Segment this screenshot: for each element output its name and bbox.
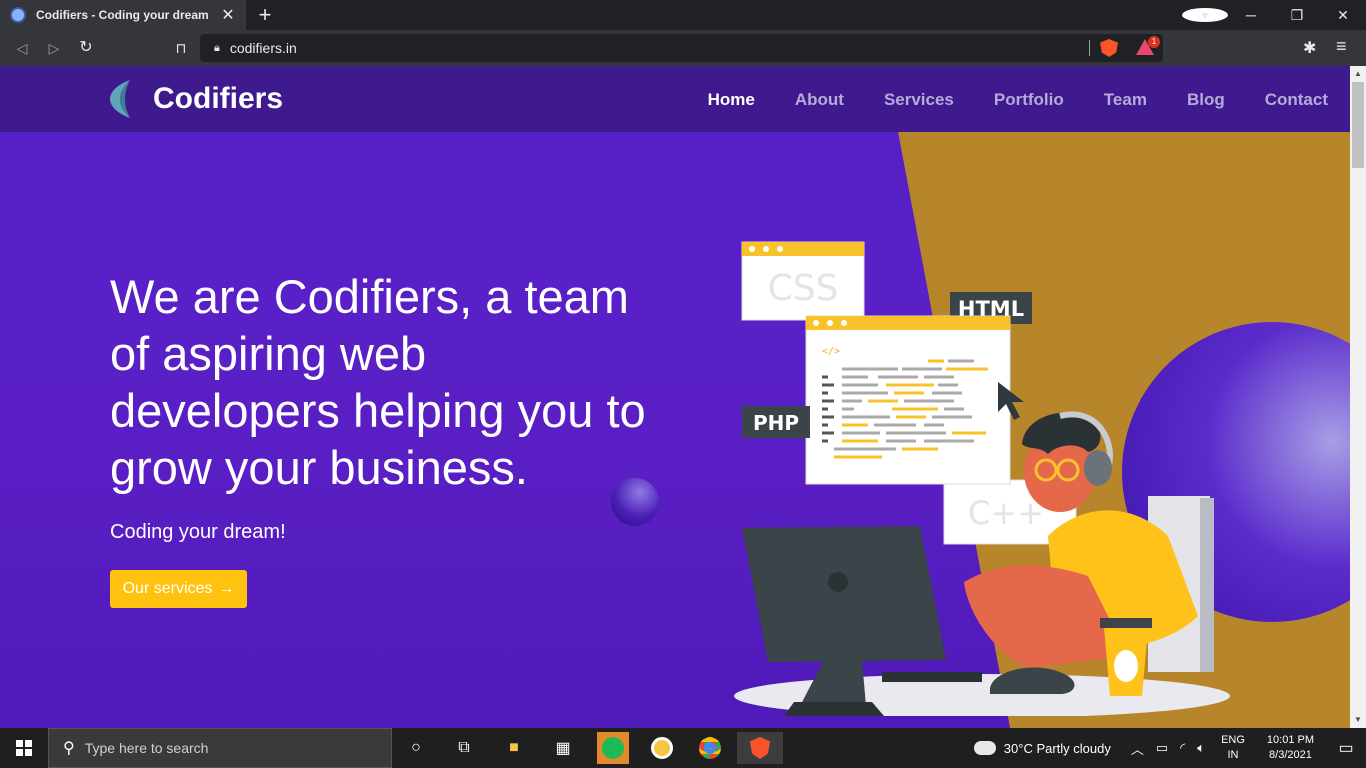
clock-time: 10:01 PM <box>1266 734 1314 746</box>
brave-icon[interactable] <box>737 732 783 764</box>
tab-title: Codifiers - Coding your dream <box>36 8 209 22</box>
url-separator <box>1089 40 1090 56</box>
page-scrollbar[interactable]: ▲ ▼ <box>1350 66 1366 728</box>
site-favicon-icon <box>10 7 26 23</box>
restore-button[interactable]: ❐ <box>1274 7 1320 24</box>
nav-portfolio[interactable]: Portfolio <box>994 90 1064 110</box>
store-icon[interactable]: ▦ <box>547 732 579 764</box>
developer-illustration: CSS HTML C++ </> PHP <box>734 241 1230 716</box>
decorative-orb-small <box>611 478 659 526</box>
keyboard-shape <box>882 672 982 682</box>
rewards-badge: 1 <box>1148 36 1160 48</box>
css-label: CSS <box>768 268 839 309</box>
weather-widget[interactable]: 30°C Partly cloudy <box>969 735 1111 756</box>
browser-tab[interactable]: Codifiers - Coding your dream ✕ <box>0 0 246 30</box>
bookmark-icon[interactable]: ⊓ <box>171 38 191 58</box>
browser-toolbar: ◁ ▷ ↻ ⊓ 🔒︎ codifiers.in 1 ✱ ≡ <box>0 30 1366 66</box>
css-window: CSS <box>741 241 865 321</box>
browser-tabstrip: Codifiers - Coding your dream ✕ + ▾ ─ ❐ … <box>0 0 1366 30</box>
brave-shields-icon[interactable] <box>1100 39 1118 57</box>
start-icon[interactable] <box>0 728 48 768</box>
mouse-shape <box>990 667 1075 694</box>
address-bar[interactable]: 🔒︎ codifiers.in 1 <box>200 34 1163 62</box>
our-services-button[interactable]: Our services → <box>110 570 247 608</box>
site-navbar: Codifiers Home About Services Portfolio … <box>0 66 1350 132</box>
main-nav: Home About Services Portfolio Team Blog … <box>668 90 1328 110</box>
nav-contact[interactable]: Contact <box>1265 90 1328 110</box>
volume-icon[interactable]: 🔈︎ <box>1197 740 1205 756</box>
show-hidden-icons-icon[interactable]: ︿ <box>1131 739 1144 758</box>
codifiers-logo-icon[interactable] <box>108 80 138 118</box>
lock-icon[interactable]: 🔒︎ <box>214 42 220 55</box>
forward-icon[interactable]: ▷ <box>44 38 64 58</box>
webpage: Codifiers Home About Services Portfolio … <box>0 66 1350 728</box>
back-icon[interactable]: ◁ <box>12 38 32 58</box>
system-tray: 30°C Partly cloudy ︿ ▭ ◜ 🔈︎ ENG IN 10:01… <box>969 728 1366 768</box>
code-tag-label: </> <box>822 346 840 357</box>
vpn-icon[interactable] <box>646 732 678 764</box>
brand-name[interactable]: Codifiers <box>153 82 283 116</box>
nav-home[interactable]: Home <box>708 90 755 110</box>
clock-date: 8/3/2021 <box>1269 749 1312 761</box>
taskbar-clock[interactable]: 10:01 PM 8/3/2021 <box>1267 733 1314 763</box>
windows-logo-icon <box>16 740 32 756</box>
search-placeholder: Type here to search <box>84 740 209 756</box>
search-icon: ⚲ <box>63 740 75 757</box>
chrome-icon[interactable] <box>694 732 726 764</box>
profile-menu-icon[interactable]: ▾ <box>1182 7 1228 23</box>
arrow-right-icon: → <box>218 580 235 597</box>
wifi-icon[interactable]: ◜ <box>1180 740 1185 756</box>
battery-icon[interactable]: ▭ <box>1156 740 1168 756</box>
browser-menu-icon[interactable]: ≡ <box>1336 36 1347 57</box>
php-badge: PHP <box>742 406 810 438</box>
nav-services[interactable]: Services <box>884 90 954 110</box>
window-controls: ▾ ─ ❐ ✕ <box>1182 0 1366 30</box>
close-tab-icon[interactable]: ✕ <box>220 5 236 25</box>
nav-blog[interactable]: Blog <box>1187 90 1225 110</box>
scroll-up-icon[interactable]: ▲ <box>1350 66 1366 82</box>
scroll-thumb[interactable] <box>1352 82 1364 168</box>
task-view-icon[interactable]: ⧉ <box>448 732 480 764</box>
scroll-down-icon[interactable]: ▼ <box>1350 712 1366 728</box>
partly-cloudy-icon <box>969 735 996 755</box>
cpp-label: C++ <box>968 494 1044 532</box>
php-label: PHP <box>753 411 799 435</box>
windows-taskbar: ⚲ Type here to search ○ ⧉ ■ ▦ 30°C Partl… <box>0 728 1366 768</box>
hero-headline: We are Codifiers, a team of aspiring web… <box>110 270 646 494</box>
spotify-icon[interactable] <box>597 732 629 764</box>
hero-tagline: Coding your dream! <box>110 521 286 543</box>
nav-about[interactable]: About <box>795 90 844 110</box>
taskbar-search[interactable]: ⚲ Type here to search <box>48 728 392 768</box>
notification-icon[interactable]: ▭ <box>1326 738 1366 758</box>
code-editor-window: </> <box>805 315 1011 485</box>
nav-team[interactable]: Team <box>1104 90 1147 110</box>
url-text[interactable]: codifiers.in <box>230 40 297 56</box>
language-indicator[interactable]: ENG IN <box>1221 733 1245 763</box>
reload-icon[interactable]: ↻ <box>76 38 96 58</box>
cortana-icon[interactable]: ○ <box>400 732 432 764</box>
extensions-icon[interactable]: ✱ <box>1303 38 1316 58</box>
new-tab-button[interactable]: + <box>254 2 276 28</box>
minimize-button[interactable]: ─ <box>1228 7 1274 23</box>
file-explorer-icon[interactable]: ■ <box>498 732 530 764</box>
cta-label: Our services <box>122 580 213 597</box>
close-window-button[interactable]: ✕ <box>1320 7 1366 24</box>
weather-text: 30°C Partly cloudy <box>1003 740 1111 756</box>
